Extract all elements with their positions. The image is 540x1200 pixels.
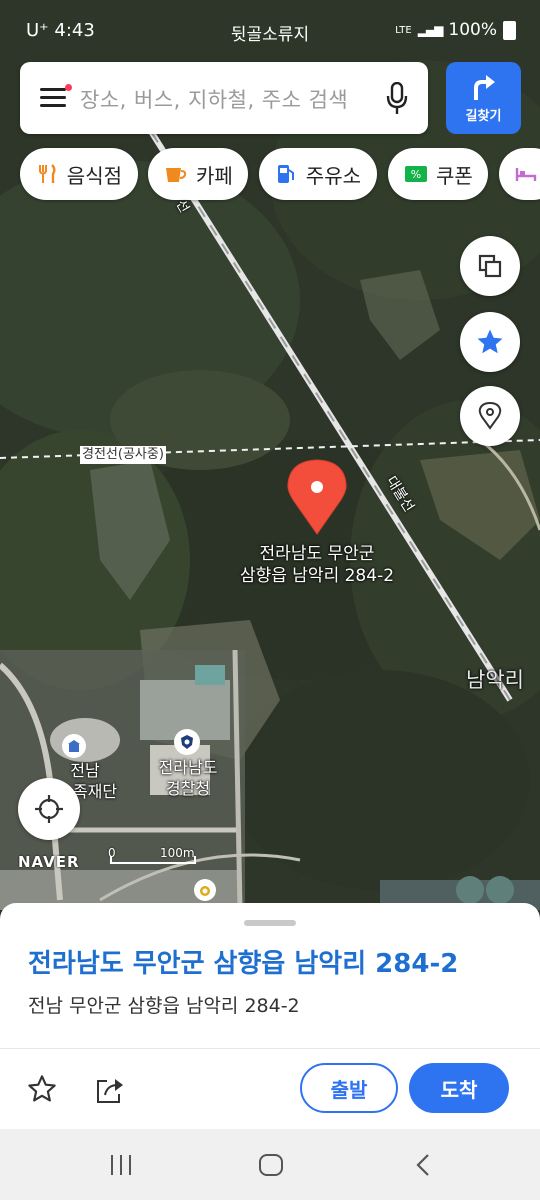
- coffee-cup-icon: [164, 162, 188, 186]
- start-button[interactable]: 출발: [300, 1063, 398, 1113]
- turn-arrow-icon: [474, 75, 495, 100]
- system-nav-bar: [0, 1129, 540, 1200]
- chip-label: 음식점: [66, 163, 122, 188]
- arrive-button[interactable]: 도착: [409, 1063, 509, 1113]
- divider: [0, 1048, 540, 1049]
- chip-restaurant[interactable]: 음식점: [20, 148, 138, 200]
- menu-icon[interactable]: [40, 84, 72, 108]
- nearby-button[interactable]: [460, 386, 520, 446]
- current-location-button[interactable]: [18, 778, 80, 840]
- home-icon[interactable]: [258, 1153, 284, 1177]
- search-input[interactable]: 장소, 버스, 지하철, 주소 검색: [80, 84, 348, 114]
- battery-percent: 100%: [448, 20, 497, 40]
- status-icons: LTE ▂▄▆ 100%: [395, 20, 516, 40]
- notification-dot: [65, 84, 72, 91]
- back-icon[interactable]: [412, 1153, 436, 1177]
- search-bar[interactable]: 장소, 버스, 지하철, 주소 검색: [20, 62, 428, 134]
- favorites-button[interactable]: [460, 312, 520, 372]
- gas-pump-icon: [275, 162, 298, 186]
- building-marker-jeonnam[interactable]: [62, 734, 86, 758]
- fork-knife-icon: [36, 162, 59, 186]
- svg-text:%: %: [411, 168, 421, 181]
- chip-label: 쿠폰: [436, 163, 473, 188]
- map-scale: 0 100m: [108, 846, 200, 866]
- chip-coupon[interactable]: % 쿠폰: [388, 148, 488, 200]
- map-poi-marker[interactable]: [194, 879, 216, 901]
- recent-apps-icon[interactable]: [108, 1153, 134, 1177]
- chip-gas-station[interactable]: 주유소: [259, 148, 377, 200]
- place-bottom-sheet[interactable]: 전라남도 무안군 삼향읍 남악리 284-2 전남 무안군 삼향읍 남악리 28…: [0, 903, 540, 1129]
- chip-cafe[interactable]: 카페: [148, 148, 248, 200]
- medal-icon: [200, 886, 210, 896]
- location-pin-icon[interactable]: [286, 458, 348, 536]
- star-icon: [477, 329, 503, 354]
- scale-distance-label: 100m: [160, 846, 195, 860]
- pin-address-label: 전라남도 무안군 삼향읍 남악리 284-2: [239, 544, 395, 586]
- police-badge-icon: [181, 735, 193, 749]
- layers-button[interactable]: [460, 236, 520, 296]
- bed-icon: [515, 162, 537, 186]
- pin-outline-icon: [478, 401, 502, 430]
- place-label-police: 전라남도 경찰청: [158, 758, 218, 798]
- place-address: 전남 무안군 삼향읍 남악리 284-2: [28, 995, 300, 1017]
- naver-logo: NAVER: [18, 853, 80, 871]
- save-star-icon[interactable]: [26, 1073, 58, 1105]
- status-bar: U⁺ 4:43 뒷골소류지 LTE ▂▄▆ 100%: [0, 0, 540, 60]
- coupon-icon: %: [404, 162, 428, 186]
- share-icon[interactable]: [95, 1075, 127, 1105]
- network-label: LTE: [395, 24, 412, 36]
- police-marker[interactable]: [174, 729, 200, 755]
- directions-label: 길찾기: [465, 109, 502, 124]
- chip-label: 카페: [196, 163, 233, 188]
- district-label-namak: 남악리: [466, 668, 524, 692]
- crosshair-icon: [35, 795, 63, 823]
- building-icon: [68, 740, 80, 752]
- signal-icon: ▂▄▆: [417, 23, 444, 37]
- power-line-label: 경전선(공사중): [80, 446, 166, 464]
- place-title: 전라남도 무안군 삼향읍 남악리 284-2: [28, 949, 459, 979]
- directions-button[interactable]: 길찾기: [446, 62, 521, 134]
- battery-icon: [503, 20, 516, 40]
- microphone-icon[interactable]: [386, 82, 408, 116]
- chip-label: 주유소: [305, 163, 361, 188]
- layers-icon: [478, 254, 502, 278]
- sheet-drag-handle[interactable]: [244, 920, 296, 926]
